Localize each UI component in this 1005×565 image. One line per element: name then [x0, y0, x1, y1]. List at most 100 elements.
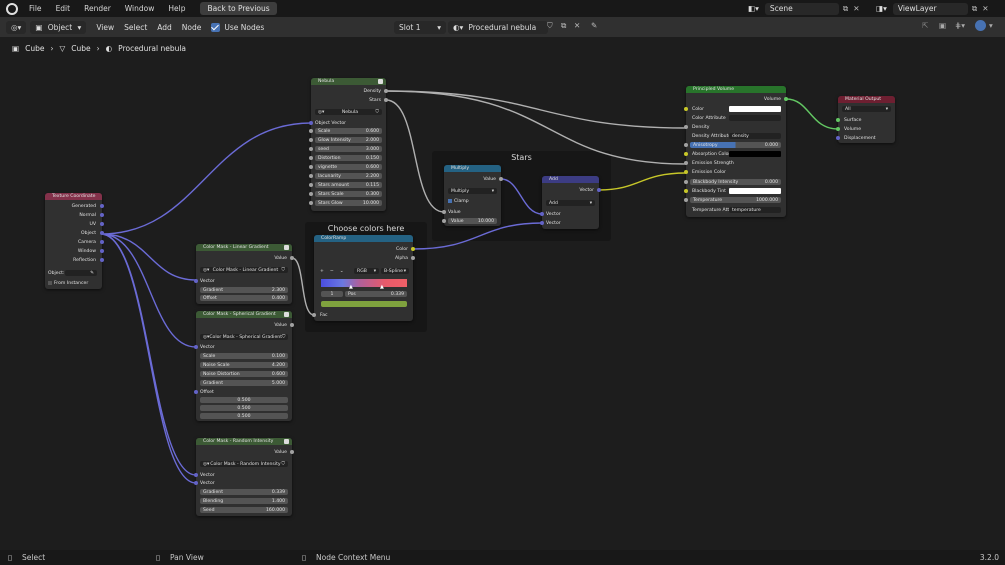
offset-x-field[interactable]: 0.500 [200, 397, 288, 403]
density-attribute-field[interactable]: density [729, 133, 781, 139]
param-offset[interactable]: Offset 0.400 [200, 295, 288, 301]
stop-index-field[interactable]: 1 [321, 291, 343, 297]
add-stop-icon[interactable]: + [320, 269, 324, 274]
node-group-icon[interactable] [284, 312, 289, 317]
group-datablock-field[interactable]: ◎▾ Color Mask - Linear Gradient ⛉ [200, 267, 288, 273]
socket-input-offset[interactable] [194, 390, 198, 394]
fake-user-shield-icon[interactable]: ⛉ [376, 109, 379, 115]
nebula-param-field[interactable]: Glow Intensity 2.000 [315, 137, 382, 143]
socket-input-vector[interactable] [194, 345, 198, 349]
socket-output-volume[interactable] [784, 97, 788, 101]
param-gradient[interactable]: Gradient 5.000 [200, 380, 288, 386]
socket-nebula-param[interactable] [309, 129, 313, 133]
socket-input-vector-2[interactable] [540, 221, 544, 225]
socket-object[interactable] [100, 231, 104, 235]
socket-output-value[interactable] [499, 177, 503, 181]
from-instancer-checkbox[interactable]: From Instancer [48, 280, 88, 286]
group-datablock-field[interactable]: ◎▾ Color Mask - Random Intensity ⛉ [200, 461, 288, 467]
socket-stars[interactable] [384, 98, 388, 102]
nebula-group-node[interactable]: Nebula Density Stars ◎▾ Nebula ⛉ Object Ve… [309, 78, 388, 211]
socket-blackbody-tint[interactable] [684, 189, 688, 193]
socket-output-value[interactable] [290, 450, 294, 454]
temperature-attribute-field[interactable]: temperature [729, 207, 781, 213]
colorramp-node[interactable]: ColorRamp Color Alpha + − ⌄ RGB ▾ B-Splin… [312, 235, 415, 321]
nebula-param-field[interactable]: Distortion 0.150 [315, 155, 382, 161]
nebula-param-field[interactable]: Stars Scale 0.300 [315, 191, 382, 197]
param-scale[interactable]: Scale 0.100 [200, 353, 288, 359]
nebula-param-field[interactable]: seed 3.000 [315, 146, 382, 152]
add-vector-math-node[interactable]: Add Vector Add ▾ Vector Vector [540, 176, 601, 229]
socket-output-alpha[interactable] [411, 256, 415, 260]
principled-volume-node[interactable]: Principled Volume Volume Color Color Att… [684, 86, 788, 217]
stop-color-swatch[interactable] [321, 301, 407, 307]
color-mask-linear-gradient-node[interactable]: Color Mask - Linear Gradient Value ◎▾ Col… [194, 244, 294, 304]
param-blending[interactable]: Blending 1.400 [200, 498, 288, 504]
color-mask-spherical-gradient-node[interactable]: Color Mask - Spherical Gradient Value ◎▾… [194, 311, 294, 421]
socket-input-vector-2[interactable] [194, 481, 198, 485]
material-output-node[interactable]: Material Output All ▾ Surface Volume Disp… [836, 96, 895, 143]
chevron-down-icon[interactable]: ⌄ [340, 269, 344, 274]
color-gradient-bar[interactable] [321, 279, 407, 287]
render-target-dropdown[interactable]: All ▾ [842, 106, 891, 112]
socket-volume[interactable] [836, 127, 840, 131]
fake-user-shield-icon[interactable]: ⛉ [282, 461, 285, 467]
anisotropy-slider[interactable]: Anisotropy 0.000 [690, 142, 781, 148]
operation-dropdown[interactable]: Multiply ▾ [448, 188, 497, 194]
socket-displacement[interactable] [836, 136, 840, 140]
socket-nebula-param[interactable] [309, 165, 313, 169]
socket-density[interactable] [384, 89, 388, 93]
socket-temperature[interactable] [684, 198, 688, 202]
socket-input-value2[interactable] [442, 219, 446, 223]
fake-user-shield-icon[interactable]: ⛉ [282, 334, 285, 340]
socket-density[interactable] [684, 125, 688, 129]
param-gradient[interactable]: Gradient 0.339 [200, 489, 288, 495]
stop-position-field[interactable]: Pos 0.339 [345, 291, 407, 297]
color-attribute-field[interactable] [729, 115, 781, 121]
nebula-param-field[interactable]: Stars Glow 10.000 [315, 200, 382, 206]
socket-emission-color[interactable] [684, 170, 688, 174]
temperature-field[interactable]: Temperature 1000.000 [690, 197, 781, 203]
clamp-checkbox[interactable]: Clamp [448, 198, 469, 204]
nebula-param-field[interactable]: vignette 0.600 [315, 164, 382, 170]
node-group-icon[interactable] [284, 439, 289, 444]
multiply-math-node[interactable]: Multiply Value Multiply ▾ Clamp Value Val… [442, 165, 503, 226]
socket-input-vector-1[interactable] [194, 473, 198, 477]
group-datablock-field[interactable]: ◎▾ Color Mask - Spherical Gradient ⛉ [200, 334, 288, 340]
socket-nebula-param[interactable] [309, 174, 313, 178]
socket-object-vector[interactable] [309, 121, 313, 125]
color-swatch-white[interactable] [729, 188, 781, 194]
socket-nebula-param[interactable] [309, 192, 313, 196]
socket-surface[interactable] [836, 118, 840, 122]
socket-input-vector-1[interactable] [540, 212, 544, 216]
socket-output-color[interactable] [411, 247, 415, 251]
nebula-param-field[interactable]: Stars amount 0.115 [315, 182, 382, 188]
socket-emission-strength[interactable] [684, 161, 688, 165]
nebula-param-field[interactable]: lacunarity 2.200 [315, 173, 382, 179]
offset-z-field[interactable]: 0.500 [200, 413, 288, 419]
eyedropper-icon[interactable]: ✎ [90, 271, 94, 276]
value-field[interactable]: Value 10.000 [448, 218, 497, 224]
group-datablock-field[interactable]: ◎▾ Nebula ⛉ [315, 109, 382, 115]
param-gradient[interactable]: Gradient 2.300 [200, 287, 288, 293]
socket-nebula-param[interactable] [309, 138, 313, 142]
socket-output-value[interactable] [290, 323, 294, 327]
socket-nebula-param[interactable] [309, 156, 313, 160]
node-group-icon[interactable] [378, 79, 383, 84]
param-noise-scale[interactable]: Noise Scale 4.200 [200, 362, 288, 368]
socket-output-vector[interactable] [597, 188, 601, 192]
interpolation-dropdown[interactable]: B-Spline ▾ [381, 268, 409, 274]
socket-camera[interactable] [100, 240, 104, 244]
socket-generated[interactable] [100, 204, 104, 208]
socket-normal[interactable] [100, 213, 104, 217]
socket-anisotropy[interactable] [684, 143, 688, 147]
socket-output-value[interactable] [290, 256, 294, 260]
socket-reflection[interactable] [100, 258, 104, 262]
param-seed[interactable]: Seed 160.000 [200, 507, 288, 513]
color-swatch-black[interactable] [729, 151, 781, 157]
socket-input-vector[interactable] [194, 279, 198, 283]
remove-stop-icon[interactable]: − [330, 269, 334, 274]
operation-dropdown[interactable]: Add ▾ [546, 200, 595, 206]
color-mode-dropdown[interactable]: RGB ▾ [354, 268, 379, 274]
socket-uv[interactable] [100, 222, 104, 226]
nebula-param-field[interactable]: Scale 0.600 [315, 128, 382, 134]
